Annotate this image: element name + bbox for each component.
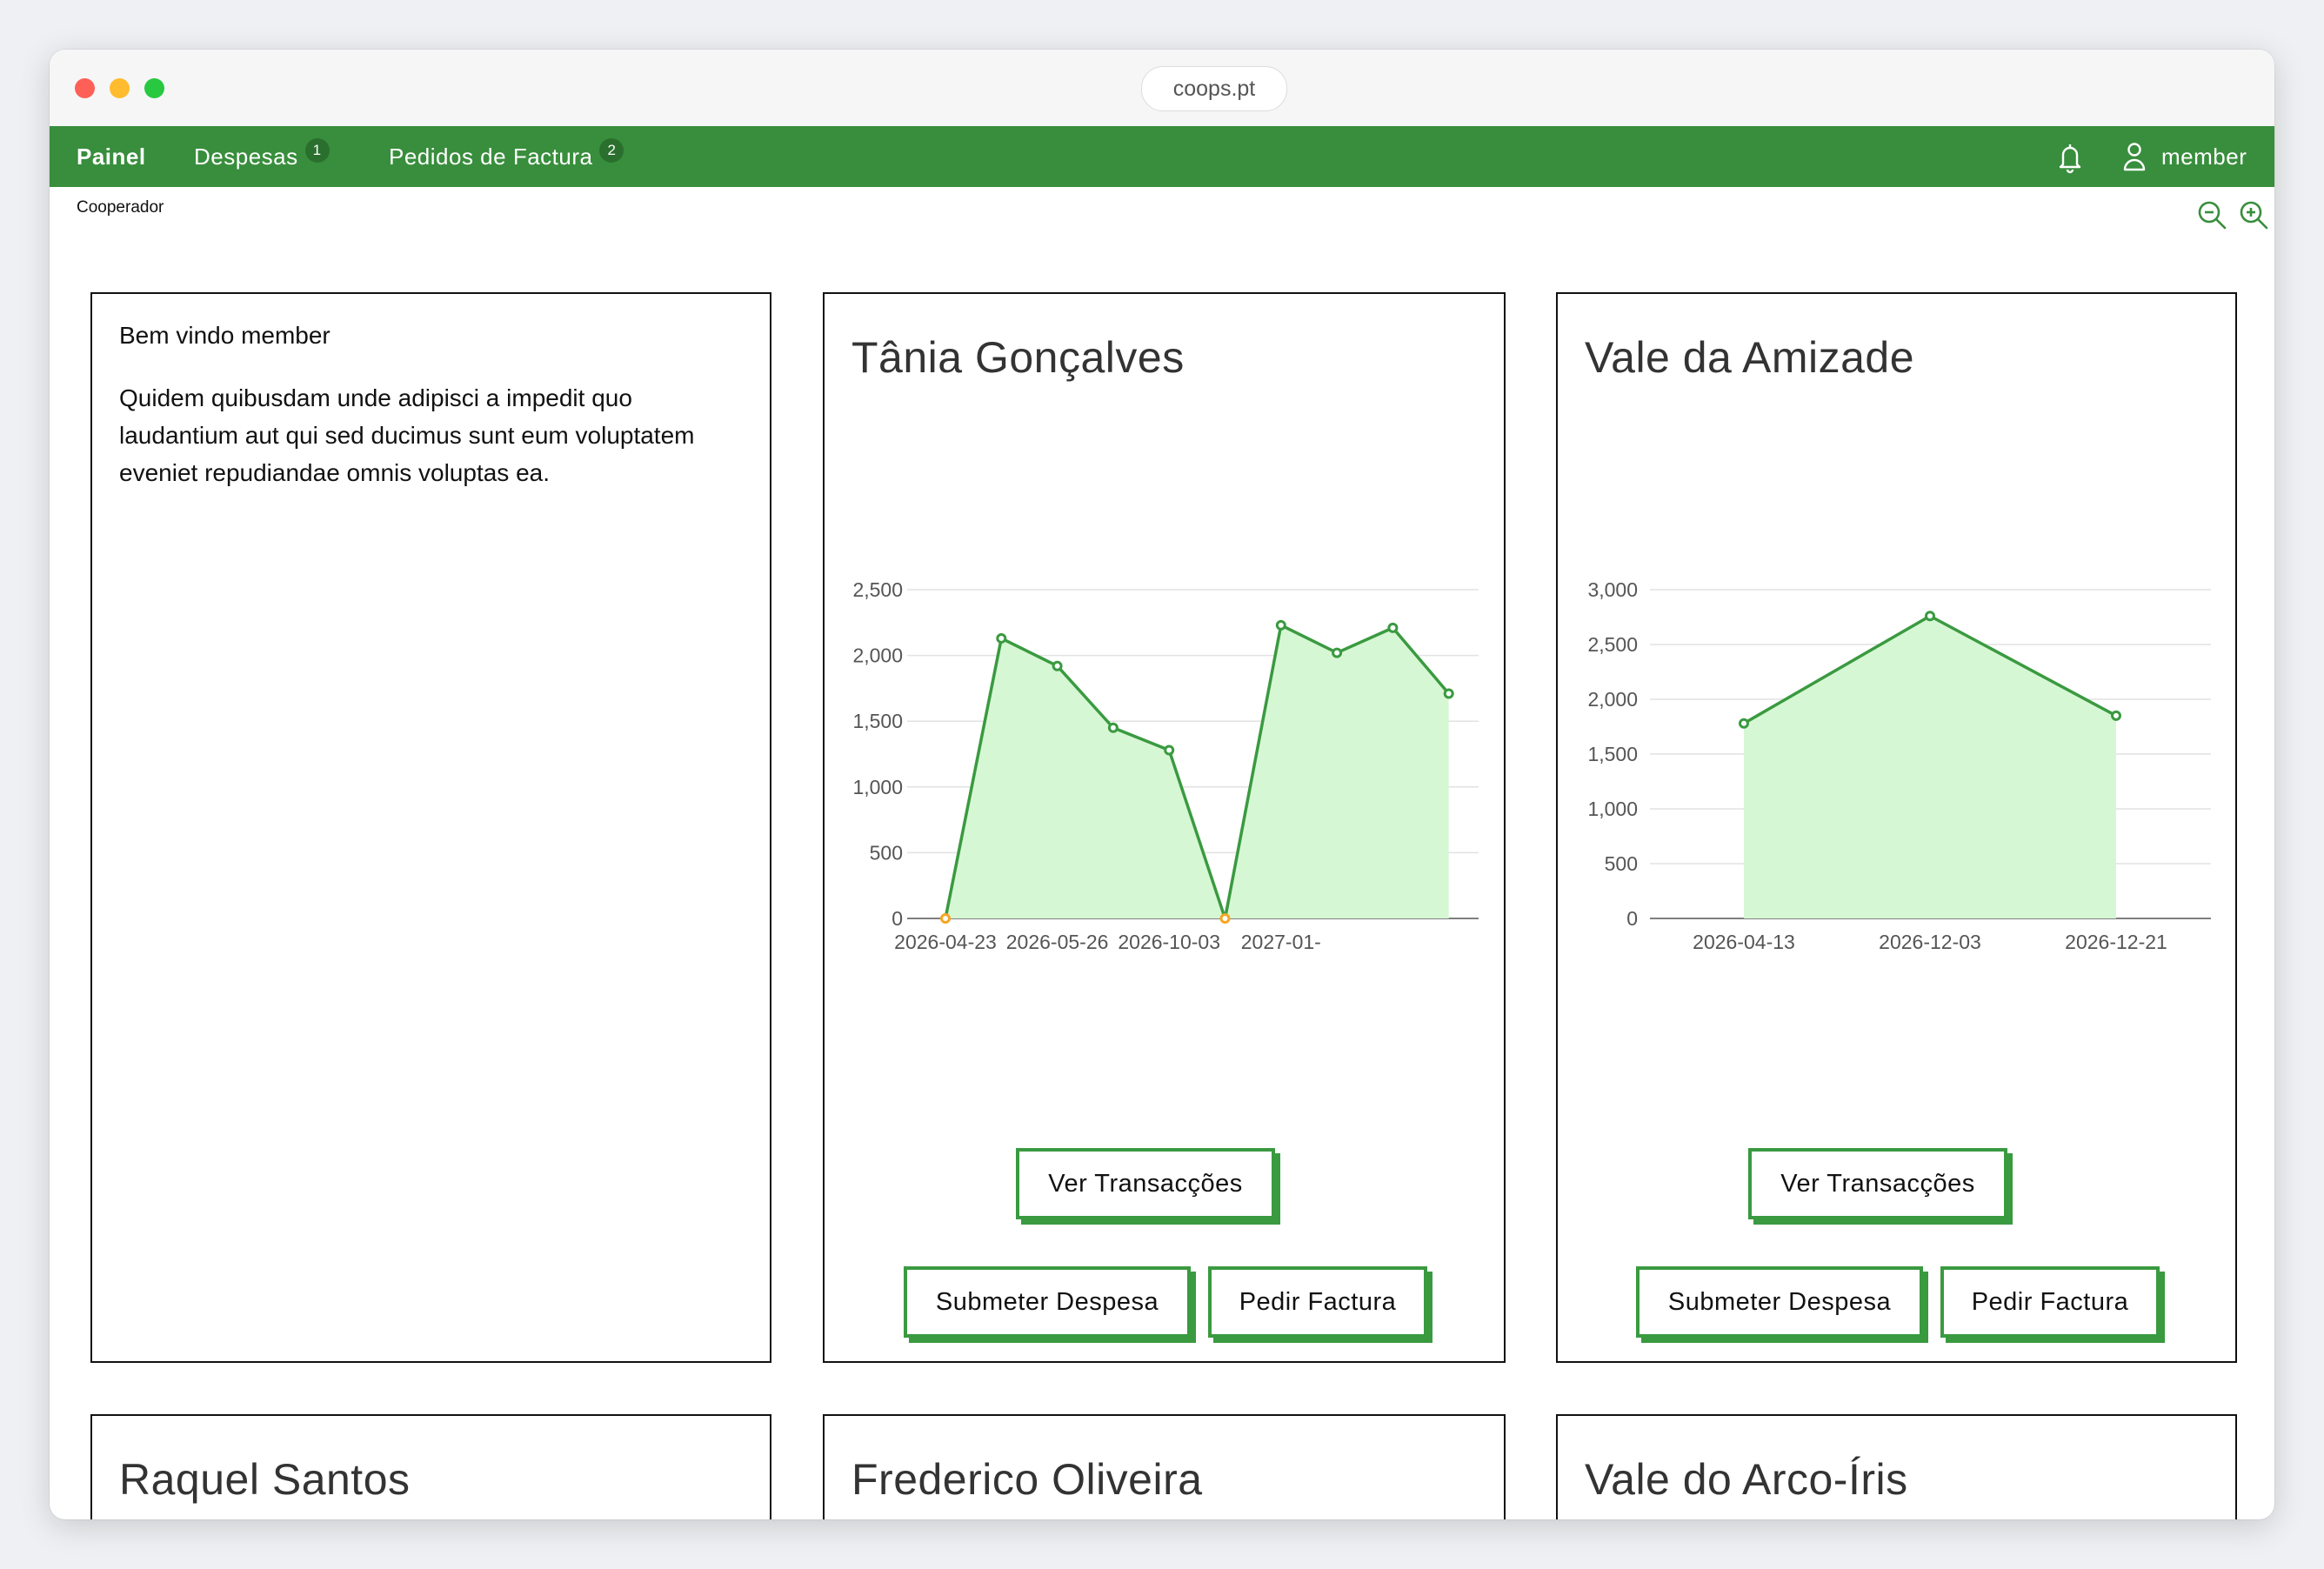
data-point [2111, 710, 2121, 721]
data-point [1739, 718, 1749, 729]
browser-window: coops.pt Painel Despesas 1 Pedidos de Fac… [50, 50, 2274, 1519]
balance-chart: 0 500 1,000 1,500 2,000 2,500 2026-04-23 2026-0… [852, 578, 1479, 953]
member-card: Frederico Oliveira [823, 1414, 1506, 1519]
area-fill [1744, 616, 2116, 918]
x-tick-label: 2026-04-13 [1693, 931, 1795, 953]
zoom-out-icon[interactable] [2196, 199, 2227, 230]
submit-expense-button[interactable]: Submeter Despesa [1636, 1266, 1923, 1338]
member-card: Vale da Amizade 0 500 1,000 1,500 2,000 2,500… [1556, 292, 2237, 1363]
role-label: Cooperador [77, 198, 164, 217]
x-tick-label: 2026-12-03 [1879, 931, 1981, 953]
maximize-window-button[interactable] [144, 78, 164, 98]
card-title: Vale do Arco-Íris [1585, 1455, 1908, 1504]
x-tick-label: 2026-05-26 [1006, 931, 1109, 953]
data-point [940, 913, 951, 924]
x-tick-label: 2026-04-23 [894, 931, 997, 953]
notifications-button[interactable] [2055, 126, 2085, 187]
x-tick-label: 2027-01- [1241, 931, 1321, 953]
view-transactions-button[interactable]: Ver Transacções [1748, 1148, 2007, 1219]
y-tick-label: 2,000 [1587, 688, 1638, 711]
data-point [1107, 722, 1119, 733]
zoom-in-icon[interactable] [2238, 199, 2269, 230]
member-card: Vale do Arco-Íris [1556, 1414, 2237, 1519]
user-name: member [2161, 144, 2247, 170]
data-point [996, 632, 1007, 644]
y-tick-label: 3,000 [1587, 578, 1638, 601]
nav-item-despesas[interactable]: Despesas 1 [194, 126, 330, 187]
request-invoice-button[interactable]: Pedir Factura [1940, 1266, 2160, 1338]
browser-titlebar: coops.pt [50, 50, 2274, 127]
welcome-card: Bem vindo member Quidem quibusdam unde a… [90, 292, 771, 1363]
bell-icon [2059, 144, 2081, 174]
nav-item-painel[interactable]: Painel [77, 126, 146, 187]
y-tick-label: 0 [1626, 907, 1638, 930]
data-point [1275, 619, 1286, 631]
balance-chart: 0 500 1,000 1,500 2,000 2,500 3,000 2026-04-13 2… [1587, 578, 2211, 953]
welcome-title: Bem vindo member [119, 322, 331, 349]
card-title: Frederico Oliveira [851, 1455, 1203, 1504]
nav-item-label: Despesas [194, 144, 298, 170]
y-tick-label: 2,500 [852, 578, 903, 601]
count-badge: 1 [304, 138, 330, 163]
y-tick-label: 2,500 [1587, 633, 1638, 656]
minimize-window-button[interactable] [110, 78, 130, 98]
data-point [1925, 611, 1935, 622]
x-tick-label: 2026-12-21 [2065, 931, 2167, 953]
member-card: Raquel Santos [90, 1414, 771, 1519]
y-tick-label: 500 [870, 841, 903, 864]
data-point [1052, 660, 1063, 671]
submit-expense-button[interactable]: Submeter Despesa [904, 1266, 1191, 1338]
area-fill [945, 624, 1449, 918]
y-tick-label: 2,000 [852, 644, 903, 667]
user-icon [2123, 143, 2146, 171]
x-tick-label: 2026-10-03 [1118, 931, 1220, 953]
member-card: Tânia Gonçalves 0 500 1,000 1,500 2,000 2,500… [823, 292, 1506, 1363]
address-bar[interactable]: coops.pt [1141, 66, 1287, 111]
y-tick-label: 1,000 [852, 776, 903, 798]
data-point [1219, 913, 1231, 924]
nav-item-pedidos-de-factura[interactable]: Pedidos de Factura 2 [389, 126, 624, 187]
view-transactions-button[interactable]: Ver Transacções [1016, 1148, 1275, 1219]
y-tick-label: 1,500 [852, 710, 903, 732]
card-title: Raquel Santos [119, 1455, 411, 1504]
y-tick-label: 0 [892, 907, 903, 930]
y-tick-label: 1,500 [1587, 743, 1638, 765]
data-point [1164, 744, 1175, 756]
nav-item-label: Pedidos de Factura [389, 144, 593, 170]
data-point [1332, 647, 1343, 658]
close-window-button[interactable] [75, 78, 95, 98]
top-navbar: Painel Despesas 1 Pedidos de Factura 2 mem… [50, 126, 2274, 187]
nav-item-label: Painel [77, 144, 146, 170]
request-invoice-button[interactable]: Pedir Factura [1208, 1266, 1427, 1338]
count-badge: 2 [599, 138, 624, 163]
welcome-text: Quidem quibusdam unde adipisci a impedit… [119, 384, 695, 486]
data-point [1443, 688, 1454, 699]
data-point [1387, 622, 1399, 633]
y-tick-label: 500 [1605, 852, 1638, 875]
y-tick-label: 1,000 [1587, 798, 1638, 820]
